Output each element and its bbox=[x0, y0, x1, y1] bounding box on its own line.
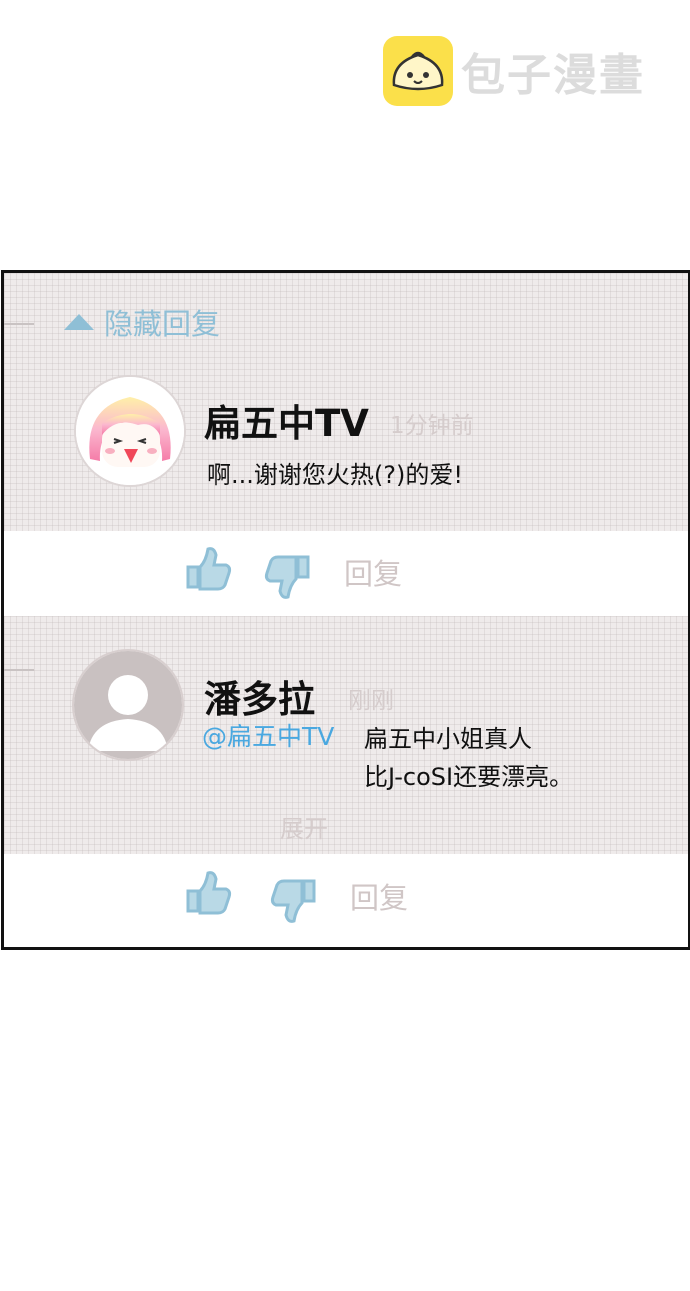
comment-author[interactable]: 扁五中TV bbox=[204, 393, 369, 447]
comment-actions: 回复 bbox=[4, 859, 688, 939]
divider bbox=[4, 323, 34, 325]
expand-button[interactable]: 展开 bbox=[280, 809, 328, 844]
comment-text: 比J-coSI还要漂亮。 bbox=[364, 763, 574, 791]
comment-text: 啊...谢谢您火热(?)的爱! bbox=[207, 461, 463, 489]
reply-button[interactable]: 回复 bbox=[350, 875, 408, 917]
comment-author[interactable]: 潘多拉 bbox=[204, 669, 315, 723]
thumbs-up-icon[interactable] bbox=[184, 867, 234, 921]
watermark: 包子漫畫 bbox=[383, 36, 645, 106]
avatar[interactable] bbox=[72, 649, 184, 761]
hide-replies-button[interactable]: 隐藏回复 bbox=[64, 301, 220, 343]
mention-link[interactable]: @扁五中TV bbox=[202, 717, 334, 753]
thumbs-down-icon[interactable] bbox=[262, 553, 312, 607]
comment-time: 1分钟前 bbox=[390, 413, 474, 439]
thumbs-down-icon[interactable] bbox=[268, 877, 318, 931]
thumbs-up-icon[interactable] bbox=[184, 543, 234, 597]
comment-actions: 回复 bbox=[4, 535, 688, 615]
reply-button[interactable]: 回复 bbox=[344, 551, 402, 593]
bun-logo-icon bbox=[383, 36, 453, 106]
hide-replies-label: 隐藏回复 bbox=[104, 307, 221, 341]
comment-time: 刚刚 bbox=[348, 688, 394, 714]
comment-panel: 隐藏回复 扁五中TV 1分钟前 啊...谢谢您火热(?)的爱! 回复 潘多拉 刚… bbox=[1, 270, 690, 950]
comment-text: 扁五中小姐真人 bbox=[364, 725, 532, 753]
watermark-text: 包子漫畫 bbox=[461, 50, 645, 101]
caret-up-icon bbox=[64, 314, 94, 330]
avatar[interactable] bbox=[74, 375, 186, 487]
divider bbox=[4, 669, 34, 671]
